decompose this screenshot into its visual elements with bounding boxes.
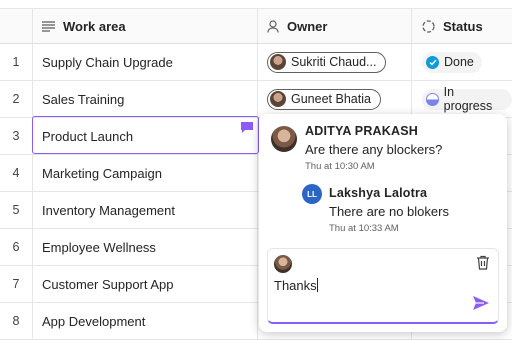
owner-cell[interactable]: Sukriti Chaud... bbox=[258, 44, 412, 80]
work-area-cell[interactable]: Marketing Campaign bbox=[33, 155, 258, 191]
status-label: In progress bbox=[443, 85, 493, 113]
row-number-header bbox=[0, 9, 33, 43]
comment-timestamp: Thu at 10:30 AM bbox=[305, 161, 375, 172]
row-number: 8 bbox=[0, 303, 33, 339]
status-cell[interactable]: Done bbox=[412, 44, 512, 80]
owner-chip[interactable]: Guneet Bhatia bbox=[267, 88, 381, 110]
comment-author: Lakshya Lalotra bbox=[329, 186, 428, 200]
comment-timestamp: Thu at 10:33 AM bbox=[329, 223, 399, 234]
comment-thread-panel: ADITYA PRAKASH Are there any blockers? T… bbox=[259, 114, 507, 332]
status-badge[interactable]: In progress bbox=[422, 85, 512, 113]
owner-name: Sukriti Chaud... bbox=[291, 55, 377, 69]
work-area-cell[interactable]: Product Launch bbox=[33, 118, 258, 154]
owner-cell[interactable]: Guneet Bhatia bbox=[258, 81, 412, 117]
half-circle-icon bbox=[426, 92, 439, 106]
comment-author: ADITYA PRAKASH bbox=[305, 124, 418, 138]
work-area-cell[interactable]: App Development bbox=[33, 303, 258, 339]
work-area-cell[interactable]: Customer Support App bbox=[33, 266, 258, 302]
owner-chip[interactable]: Sukriti Chaud... bbox=[267, 51, 387, 73]
list-lines-icon bbox=[42, 20, 55, 32]
work-area-cell[interactable]: Inventory Management bbox=[33, 192, 258, 228]
person-icon bbox=[267, 19, 279, 33]
comment-text: There are no blokers bbox=[329, 204, 449, 219]
row-number: 7 bbox=[0, 266, 33, 302]
row-number: 6 bbox=[0, 229, 33, 265]
avatar-initials: LL bbox=[302, 184, 322, 204]
avatar bbox=[270, 54, 286, 70]
trash-icon[interactable] bbox=[476, 255, 490, 275]
reply-input[interactable]: Thanks bbox=[274, 278, 318, 293]
avatar bbox=[274, 255, 292, 273]
dashed-circle-icon bbox=[422, 19, 435, 33]
column-header-work-area[interactable]: Work area bbox=[33, 9, 258, 43]
column-header-label: Work area bbox=[63, 18, 126, 34]
row-number: 1 bbox=[0, 44, 33, 80]
column-header-label: Owner bbox=[287, 18, 328, 34]
work-area-cell[interactable]: Supply Chain Upgrade bbox=[33, 44, 258, 80]
table-row[interactable]: 2 Sales Training Guneet Bhatia In progre… bbox=[0, 81, 512, 118]
work-area-cell[interactable]: Employee Wellness bbox=[33, 229, 258, 265]
comment-text: Are there any blockers? bbox=[305, 142, 443, 157]
table-row[interactable]: 1 Supply Chain Upgrade Sukriti Chaud... … bbox=[0, 44, 512, 81]
column-header-owner[interactable]: Owner bbox=[258, 9, 412, 43]
column-header-label: Status bbox=[443, 18, 483, 34]
status-label: Done bbox=[444, 55, 474, 69]
reply-composer[interactable]: Thanks bbox=[267, 248, 499, 324]
owner-name: Guneet Bhatia bbox=[291, 92, 371, 106]
column-header-status[interactable]: Status bbox=[412, 9, 512, 43]
send-icon[interactable] bbox=[472, 295, 490, 316]
checkmark-icon bbox=[426, 55, 439, 69]
table-header: Work area Owner Status bbox=[0, 8, 512, 44]
status-badge[interactable]: Done bbox=[422, 51, 482, 73]
avatar bbox=[270, 91, 286, 107]
avatar bbox=[271, 126, 297, 152]
row-number: 3 bbox=[0, 118, 33, 154]
work-area-cell[interactable]: Sales Training bbox=[33, 81, 258, 117]
row-number: 2 bbox=[0, 81, 33, 117]
comment-icon[interactable] bbox=[241, 120, 253, 133]
row-number: 4 bbox=[0, 155, 33, 191]
status-cell[interactable]: In progress bbox=[412, 81, 512, 117]
row-number: 5 bbox=[0, 192, 33, 228]
